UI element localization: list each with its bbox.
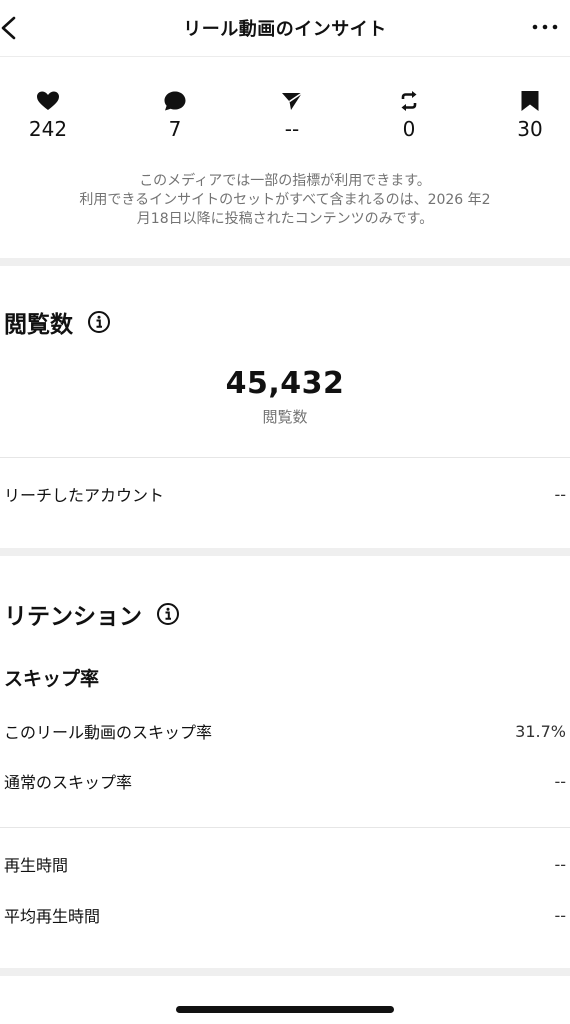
section-divider xyxy=(0,968,570,976)
likes-stat: 242 xyxy=(13,90,83,141)
reach-label: リーチしたアカウント xyxy=(4,486,165,505)
reposts-count: 0 xyxy=(402,117,416,141)
retention-section-title: リテンション xyxy=(4,597,180,631)
section-divider xyxy=(0,258,570,266)
retention-title-text: リテンション xyxy=(4,604,142,630)
saves-stat: 30 xyxy=(495,90,565,141)
skip-rate-heading: スキップ率 xyxy=(4,668,100,690)
info-icon[interactable] xyxy=(156,602,180,626)
watch-time-row: 再生時間 -- xyxy=(4,851,566,877)
notice-line: 月18日以降に投稿されたコンテンツのみです。 xyxy=(136,211,434,227)
reposts-stat: 0 xyxy=(374,90,444,141)
watch-time-label: 再生時間 xyxy=(4,856,69,875)
comments-stat: 7 xyxy=(140,90,210,141)
engagement-stats: 242 7 -- 0 30 xyxy=(0,90,570,150)
typical-skip-rate-row: 通常のスキップ率 -- xyxy=(4,768,566,794)
typical-skip-rate-label: 通常のスキップ率 xyxy=(4,773,133,792)
back-chevron-icon[interactable] xyxy=(0,12,22,44)
notice-line: 利用できるインサイトのセットがすべて含まれるのは、2026 年2 xyxy=(79,192,491,208)
bookmark-icon xyxy=(495,90,565,112)
share-icon xyxy=(257,90,327,112)
reel-skip-rate-value: 31.7% xyxy=(515,721,566,741)
typical-skip-rate-value: -- xyxy=(554,771,566,791)
info-icon[interactable] xyxy=(87,310,111,334)
watch-time-value: -- xyxy=(554,854,566,874)
reach-row: リーチしたアカウント -- xyxy=(4,481,566,507)
saves-count: 30 xyxy=(517,117,543,141)
page-title: リール動画のインサイト xyxy=(183,19,387,40)
likes-count: 242 xyxy=(28,117,68,141)
shares-stat: -- xyxy=(257,90,327,141)
home-indicator[interactable] xyxy=(176,1006,394,1013)
comments-count: 7 xyxy=(168,117,182,141)
views-count-label: 閲覧数 xyxy=(262,408,308,426)
section-divider xyxy=(0,548,570,556)
shares-count: -- xyxy=(284,117,300,141)
row-divider xyxy=(0,827,570,828)
heart-icon xyxy=(13,90,83,112)
row-divider xyxy=(0,457,570,458)
repost-icon xyxy=(374,90,444,112)
top-bar: リール動画のインサイト xyxy=(0,0,570,57)
views-count: 45,432 xyxy=(225,366,345,401)
reel-skip-rate-row: このリール動画のスキップ率 31.7% xyxy=(4,718,566,744)
comment-icon xyxy=(140,90,210,112)
notice-line: このメディアでは一部の指標が利用できます。 xyxy=(139,173,431,189)
avg-watch-time-value: -- xyxy=(554,905,566,925)
avg-watch-time-row: 平均再生時間 -- xyxy=(4,902,566,928)
reel-skip-rate-label: このリール動画のスキップ率 xyxy=(4,723,213,742)
views-title-text: 閲覧数 xyxy=(4,312,73,338)
more-options-icon[interactable] xyxy=(530,10,560,42)
metrics-availability-notice: このメディアでは一部の指標が利用できます。 利用できるインサイトのセットがすべて… xyxy=(0,172,570,229)
avg-watch-time-label: 平均再生時間 xyxy=(4,907,101,926)
views-section-title: 閲覧数 xyxy=(4,305,111,339)
reach-value: -- xyxy=(554,484,566,504)
